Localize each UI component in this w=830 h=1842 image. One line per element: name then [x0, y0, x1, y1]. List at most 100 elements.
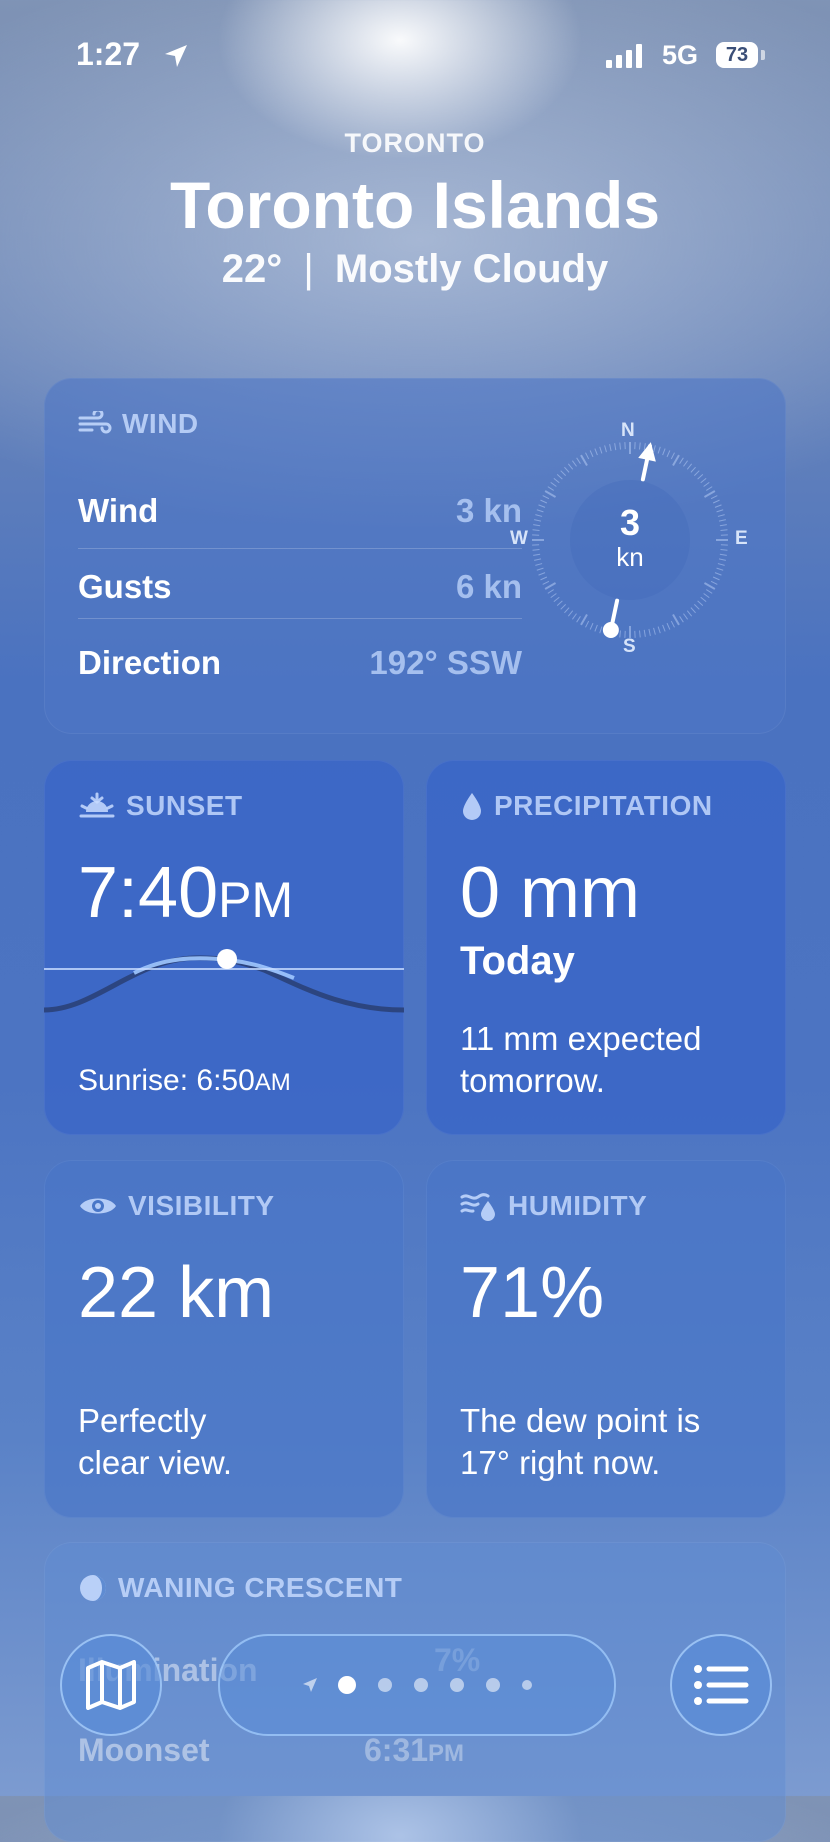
visibility-description: Perfectly clear view.	[78, 1400, 232, 1484]
compass-tick	[554, 597, 559, 601]
compass-tick	[694, 604, 699, 609]
compass-tick	[704, 491, 714, 497]
compass-tick	[644, 443, 645, 450]
compass-tick	[704, 593, 710, 597]
compass-tick	[671, 453, 674, 459]
compass-tick	[620, 631, 621, 638]
visibility-card[interactable]: VISIBILITY 22 km Perfectly clear view.	[44, 1160, 404, 1518]
compass-tick	[680, 458, 684, 464]
map-icon	[84, 1660, 138, 1710]
current-conditions: 22° | Mostly Cloudy	[0, 247, 830, 292]
compass-tick	[590, 623, 593, 629]
compass-tick	[667, 623, 670, 629]
compass-tick	[605, 445, 607, 452]
visibility-value: 22 km	[78, 1252, 274, 1334]
dew-point-line-1: The dew point is	[460, 1400, 700, 1442]
sunset-icon	[78, 792, 116, 820]
page-dot[interactable]	[414, 1678, 428, 1692]
wind-card[interactable]: WIND Wind 3 kn Gusts 6 kn Direction 192°…	[44, 378, 786, 734]
compass-tick	[572, 614, 576, 620]
compass-tick	[649, 629, 650, 636]
humidity-card[interactable]: HUMIDITY 71% The dew point is 17° right …	[426, 1160, 786, 1518]
page-dot[interactable]	[378, 1678, 392, 1692]
location-header: TORONTO Toronto Islands 22° | Mostly Clo…	[0, 128, 830, 292]
location-arrow-page-icon	[302, 1677, 318, 1693]
location-title: Toronto Islands	[0, 167, 830, 243]
moonset-time: 6:31PM	[364, 1732, 464, 1769]
precipitation-title-text: PRECIPITATION	[494, 790, 713, 822]
visibility-title-text: VISIBILITY	[128, 1190, 275, 1222]
compass-tick	[564, 467, 569, 472]
sun-path-graph	[44, 930, 404, 1040]
compass-tick	[620, 443, 621, 450]
page-dot[interactable]	[486, 1678, 500, 1692]
compass-tick	[540, 577, 546, 580]
list-icon	[693, 1664, 749, 1706]
moon-title-text: WANING CRESCENT	[118, 1572, 402, 1604]
compass-tick	[615, 443, 616, 450]
precipitation-period: Today	[460, 940, 575, 982]
page-dot[interactable]	[522, 1680, 532, 1690]
compass-tick	[577, 458, 581, 464]
compass-tick	[545, 491, 555, 497]
sunrise-ampm: AM	[255, 1069, 291, 1096]
compass-south: S	[623, 636, 636, 658]
wind-row-value: 192° SSW	[369, 644, 522, 682]
compass-tick	[595, 449, 598, 456]
wind-row-label: Gusts	[78, 568, 172, 606]
sunset-card[interactable]: SUNSET 7:40PM Sunrise: 6:50AM	[44, 760, 404, 1135]
compass-tick	[581, 614, 587, 624]
compass-tick	[640, 443, 641, 450]
compass-tick	[667, 450, 670, 456]
compass-tick	[711, 581, 717, 584]
compass-tick	[687, 611, 691, 616]
compass-tick	[711, 496, 717, 499]
compass-tick	[545, 583, 555, 589]
compass-tick	[694, 471, 699, 476]
compass-tick	[683, 461, 687, 467]
compass-tick	[568, 464, 572, 469]
conditions-separator: |	[303, 247, 313, 291]
compass-tick	[640, 631, 641, 638]
wind-needle-arrowhead	[638, 442, 656, 461]
wind-needle-origin	[603, 622, 619, 638]
page-indicator[interactable]	[218, 1634, 616, 1736]
visibility-line-2: clear view.	[78, 1442, 232, 1484]
humidity-icon	[460, 1191, 498, 1221]
page-dot[interactable]	[338, 1676, 356, 1694]
map-button[interactable]	[60, 1634, 162, 1736]
compass-tick	[543, 581, 549, 584]
compass-tick	[691, 608, 696, 613]
compass-tick	[691, 467, 696, 472]
forecast-line-1: 11 mm expected	[460, 1018, 702, 1060]
condition-text: Mostly Cloudy	[335, 247, 608, 291]
wind-row-label: Direction	[78, 644, 221, 682]
wind-row-gusts: Gusts 6 kn	[78, 546, 522, 622]
humidity-card-title: HUMIDITY	[460, 1190, 647, 1222]
precipitation-card[interactable]: PRECIPITATION 0 mm Today 11 mm expected …	[426, 760, 786, 1135]
compass-tick	[586, 621, 589, 627]
compass-tick	[590, 450, 593, 456]
compass-tick	[701, 597, 706, 601]
humidity-title-text: HUMIDITY	[508, 1190, 647, 1222]
compass-tick	[713, 577, 719, 580]
wind-icon	[78, 411, 112, 437]
status-bar: 1:27 5G 73	[0, 36, 830, 76]
wind-card-title: WIND	[78, 408, 199, 440]
compass-tick	[572, 461, 576, 467]
eye-icon	[78, 1193, 118, 1219]
compass-tick	[680, 616, 684, 622]
sunrise-label: Sunrise: 6:50	[78, 1064, 255, 1097]
sunrise-time: Sunrise: 6:50AM	[78, 1060, 291, 1104]
location-list-button[interactable]	[670, 1634, 772, 1736]
wind-title-text: WIND	[122, 408, 199, 440]
page-dot[interactable]	[450, 1678, 464, 1692]
compass-tick	[706, 590, 712, 594]
compass-tick	[654, 628, 656, 635]
moonset-label: Moonset	[78, 1732, 210, 1769]
status-time: 1:27	[76, 36, 140, 73]
battery-cap	[761, 50, 765, 60]
page-dots	[338, 1676, 532, 1694]
sunset-card-title: SUNSET	[78, 790, 243, 822]
compass-tick	[706, 487, 712, 491]
